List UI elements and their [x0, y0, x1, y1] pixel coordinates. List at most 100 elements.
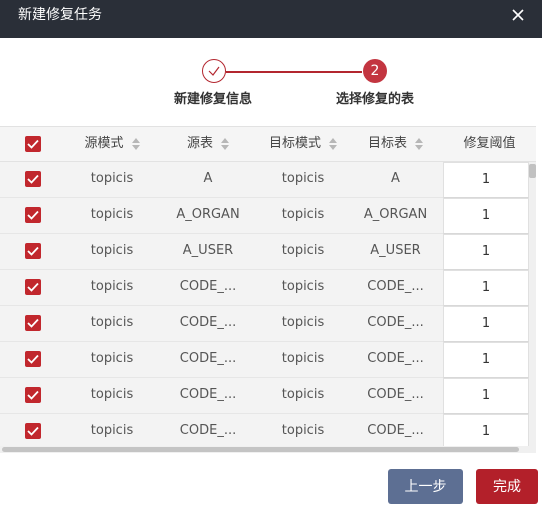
cell-select	[0, 414, 66, 450]
dialog-title-bar: 新建修复任务	[0, 0, 542, 38]
table-row[interactable]: topicis CODE_... topicis CODE_... 1	[0, 270, 536, 306]
cell-source-schema: topicis	[66, 270, 158, 306]
cell-source-table: A	[158, 162, 258, 198]
close-icon[interactable]	[510, 7, 526, 23]
cell-source-schema: topicis	[66, 414, 158, 450]
column-header-source-schema[interactable]: 源模式	[66, 127, 158, 161]
row-checkbox[interactable]	[25, 315, 41, 331]
column-header-threshold: 修复阈值	[443, 127, 536, 161]
cell-source-schema: topicis	[66, 234, 158, 270]
cell-source-table: CODE_...	[158, 306, 258, 342]
select-all-checkbox[interactable]	[25, 136, 41, 152]
cell-target-schema: topicis	[258, 162, 348, 198]
cell-source-schema: topicis	[66, 378, 158, 414]
threshold-input[interactable]: 1	[443, 306, 529, 342]
finish-button[interactable]: 完成	[476, 469, 538, 504]
vertical-scrollbar[interactable]	[529, 162, 536, 452]
cell-target-schema: topicis	[258, 198, 348, 234]
check-icon	[208, 66, 220, 76]
threshold-input[interactable]: 1	[443, 378, 529, 414]
wizard-steps: 2 新建修复信息 选择修复的表	[0, 38, 542, 126]
row-checkbox[interactable]	[25, 423, 41, 439]
previous-step-button[interactable]: 上一步	[388, 469, 463, 504]
row-checkbox[interactable]	[25, 171, 41, 187]
cell-select	[0, 198, 66, 234]
table-header: 源模式 源表 目标模式 目标表 修复阈值	[0, 126, 536, 162]
cell-target-schema: topicis	[258, 270, 348, 306]
sort-icon[interactable]	[329, 137, 337, 150]
cell-select	[0, 234, 66, 270]
cell-target-table: CODE_...	[348, 342, 443, 378]
column-header-target-table[interactable]: 目标表	[348, 127, 443, 161]
cell-source-schema: topicis	[66, 342, 158, 378]
cell-select	[0, 378, 66, 414]
column-header-source-table[interactable]: 源表	[158, 127, 258, 161]
cell-target-schema: topicis	[258, 234, 348, 270]
cell-target-schema: topicis	[258, 378, 348, 414]
column-header-target-schema[interactable]: 目标模式	[258, 127, 348, 161]
cell-source-schema: topicis	[66, 162, 158, 198]
step-1-label: 新建修复信息	[174, 92, 253, 107]
checkmark-icon	[27, 390, 39, 400]
table-row[interactable]: topicis CODE_... topicis CODE_... 1	[0, 306, 536, 342]
cell-select	[0, 306, 66, 342]
checkmark-icon	[27, 139, 39, 149]
row-checkbox[interactable]	[25, 387, 41, 403]
cell-source-schema: topicis	[66, 198, 158, 234]
cell-source-table: A_USER	[158, 234, 258, 270]
tables-grid: 源模式 源表 目标模式 目标表 修复阈值 topicis Atopicis A 1 to…	[0, 126, 536, 454]
step-1-circle	[202, 59, 226, 83]
table-row[interactable]: topicis CODE_... topicis CODE_... 1	[0, 378, 536, 414]
threshold-input[interactable]: 1	[443, 234, 529, 270]
step-connector	[226, 71, 362, 73]
threshold-input[interactable]: 1	[443, 270, 529, 306]
cell-source-table: CODE_...	[158, 414, 258, 450]
column-label: 修复阈值	[463, 136, 516, 151]
table-row[interactable]: topicis Atopicis A 1	[0, 162, 536, 198]
column-label: 源表	[186, 136, 213, 151]
column-label: 目标表	[367, 136, 407, 151]
checkmark-icon	[27, 354, 39, 364]
checkmark-icon	[27, 210, 39, 220]
cell-source-table: CODE_...	[158, 378, 258, 414]
dialog-title: 新建修复任务	[18, 7, 102, 23]
step-2-label: 选择修复的表	[336, 92, 415, 107]
cell-target-table: CODE_...	[348, 306, 443, 342]
threshold-input[interactable]: 1	[443, 162, 529, 198]
row-checkbox[interactable]	[25, 243, 41, 259]
vertical-scrollbar-thumb[interactable]	[529, 164, 536, 178]
threshold-input[interactable]: 1	[443, 414, 529, 450]
cell-select	[0, 162, 66, 198]
checkmark-icon	[27, 426, 39, 436]
table-row[interactable]: topicis CODE_... topicis CODE_... 1	[0, 342, 536, 378]
cell-target-table: CODE_...	[348, 270, 443, 306]
row-checkbox[interactable]	[25, 207, 41, 223]
cell-target-schema: topicis	[258, 414, 348, 450]
table-row[interactable]: topicis A_ORGAN topicis A_ORGAN 1	[0, 198, 536, 234]
sort-icon[interactable]	[131, 137, 140, 150]
sort-icon[interactable]	[221, 137, 229, 150]
column-label: 目标模式	[268, 136, 321, 151]
cell-target-table: A	[348, 162, 443, 198]
cell-source-table: A_ORGAN	[158, 198, 258, 234]
cell-select	[0, 270, 66, 306]
table-row[interactable]: topicis A_USER topicis A_USER 1	[0, 234, 536, 270]
cell-target-schema: topicis	[258, 342, 348, 378]
row-checkbox[interactable]	[25, 351, 41, 367]
sort-icon[interactable]	[415, 137, 423, 150]
row-checkbox[interactable]	[25, 279, 41, 295]
checkmark-icon	[27, 282, 39, 292]
horizontal-scrollbar-thumb[interactable]	[2, 447, 519, 452]
table-row[interactable]: topicis CODE_... topicis CODE_... 1	[0, 414, 536, 450]
cell-target-table: A_ORGAN	[348, 198, 443, 234]
cell-target-schema: topicis	[258, 306, 348, 342]
threshold-input[interactable]: 1	[443, 198, 529, 234]
column-label: 源模式	[84, 136, 124, 151]
header-select-all-cell	[0, 127, 66, 161]
checkmark-icon	[27, 246, 39, 256]
cell-target-table: CODE_...	[348, 414, 443, 450]
checkmark-icon	[27, 318, 39, 328]
cell-target-table: A_USER	[348, 234, 443, 270]
cell-source-table: CODE_...	[158, 270, 258, 306]
threshold-input[interactable]: 1	[443, 342, 529, 378]
